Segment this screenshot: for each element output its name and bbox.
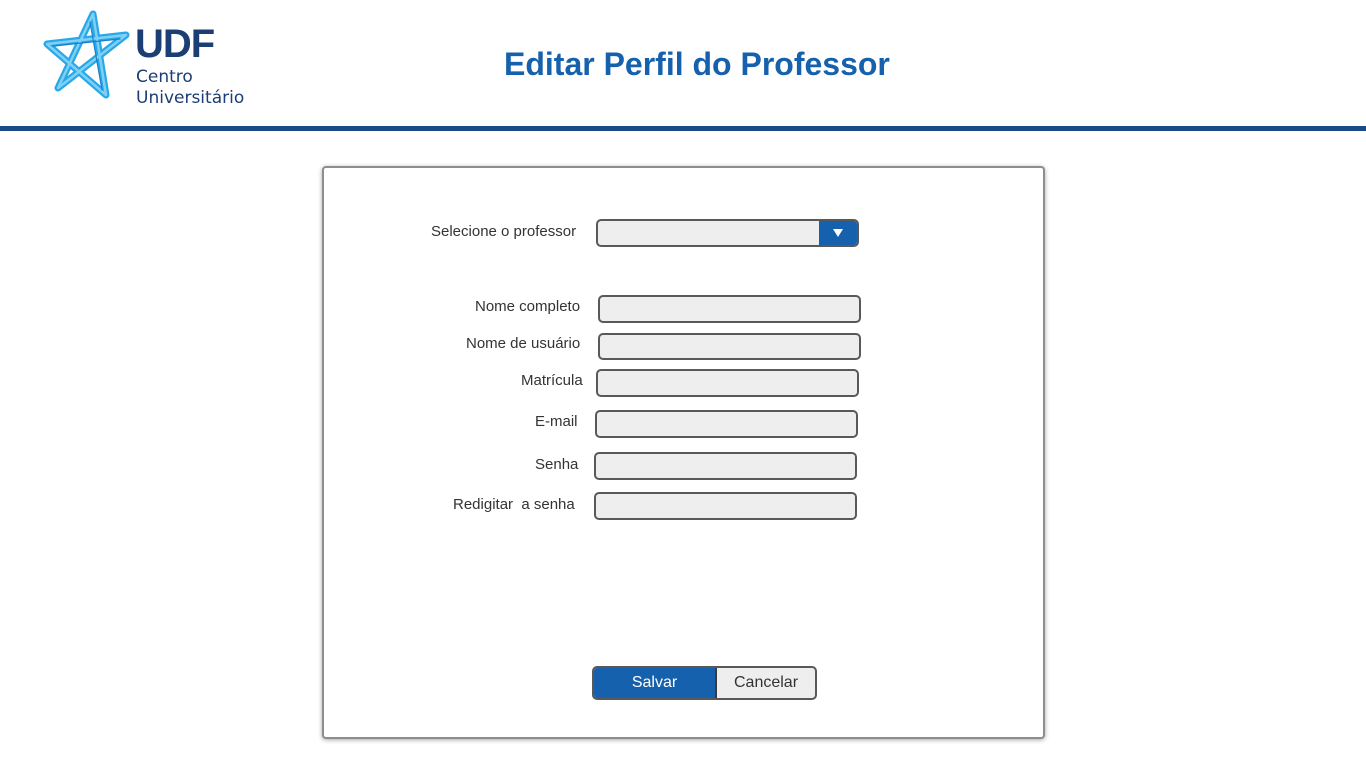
email-label: E-mail <box>535 413 578 430</box>
star-logo-icon <box>43 10 130 99</box>
logo-subtitle-line2: Universitário <box>136 88 245 108</box>
username-label: Nome de usuário <box>466 335 581 352</box>
form-action-buttons: Salvar Cancelar <box>592 666 817 700</box>
triangle-down-icon <box>833 229 843 237</box>
logo-subtitle-line1: Centro <box>136 67 193 87</box>
confirm-password-input[interactable] <box>594 492 857 520</box>
header-divider <box>0 126 1366 131</box>
email-input[interactable] <box>595 410 858 438</box>
registration-input[interactable] <box>596 369 859 397</box>
full-name-input[interactable] <box>598 295 861 323</box>
udf-logo: UDF Centro Universitário <box>40 10 260 110</box>
full-name-label: Nome completo <box>475 298 581 315</box>
professor-select-label: Selecione o professor <box>431 223 577 240</box>
page-title: Editar Perfil do Professor <box>504 46 890 82</box>
password-input[interactable] <box>594 452 857 480</box>
header: UDF Centro Universitário Editar Perfil d… <box>0 0 1366 126</box>
registration-label: Matrícula <box>521 372 583 389</box>
select-dropdown-button[interactable] <box>819 221 857 245</box>
password-label: Senha <box>535 456 579 473</box>
username-input[interactable] <box>598 333 861 360</box>
cancel-button[interactable]: Cancelar <box>717 668 815 698</box>
confirm-password-label: Redigitar a senha <box>453 496 575 513</box>
professor-select[interactable] <box>596 219 859 247</box>
logo-abbreviation: UDF <box>135 22 215 66</box>
save-button[interactable]: Salvar <box>594 668 717 698</box>
